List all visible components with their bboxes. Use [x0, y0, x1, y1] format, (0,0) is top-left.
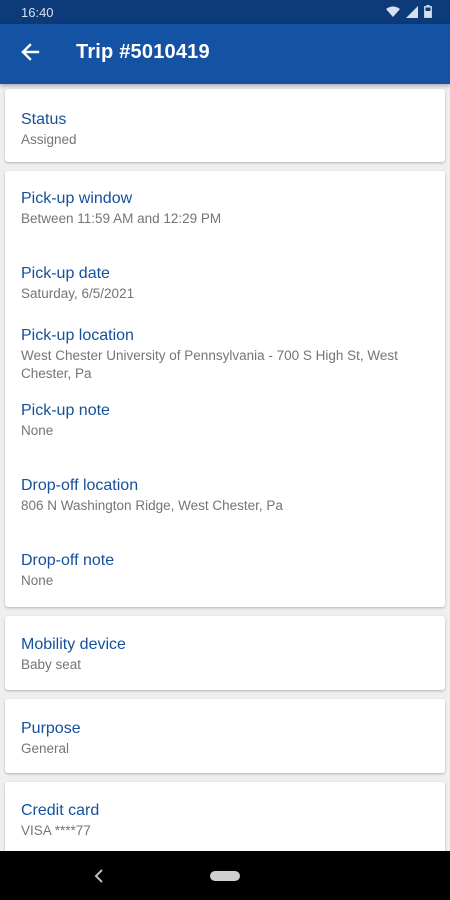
dropoff-note-value: None	[21, 573, 54, 588]
dropoff-location-value: 806 N Washington Ridge, West Chester, Pa	[21, 498, 283, 513]
status-icons	[386, 5, 432, 23]
status-field: Status Assigned	[21, 110, 429, 149]
arrow-back-icon	[20, 42, 40, 67]
pickup-location-value: West Chester University of Pennsylvania …	[21, 348, 398, 381]
credit-card-field: Credit card VISA ****77	[21, 801, 429, 840]
pickup-window-field: Pick-up window Between 11:59 AM and 12:2…	[21, 189, 429, 228]
back-button[interactable]	[16, 40, 44, 68]
pickup-window-label: Pick-up window	[21, 190, 133, 207]
app-bar: Trip #5010419	[0, 24, 450, 84]
status-value: Assigned	[21, 132, 77, 147]
pickup-note-field: Pick-up note None	[21, 401, 429, 440]
pickup-date-value: Saturday, 6/5/2021	[21, 286, 135, 301]
mobility-value: Baby seat	[21, 657, 82, 672]
page-title: Trip #5010419	[76, 41, 210, 63]
status-card: Status Assigned	[5, 89, 445, 162]
purpose-card: Purpose General	[5, 699, 445, 773]
status-bar: 16:40	[0, 0, 450, 24]
trip-details: Status Assigned Pick-up window Between 1…	[0, 84, 450, 851]
pickup-window-value: Between 11:59 AM and 12:29 PM	[21, 211, 222, 226]
mobility-card: Mobility device Baby seat	[5, 616, 445, 690]
dropoff-location-label: Drop-off location	[21, 477, 139, 494]
nav-back-button[interactable]	[91, 867, 107, 885]
status-time: 16:40	[21, 5, 54, 20]
credit-card-label: Credit card	[21, 802, 100, 819]
mobility-field: Mobility device Baby seat	[21, 635, 429, 674]
pickup-location-label: Pick-up location	[21, 327, 134, 344]
pickup-date-field: Pick-up date Saturday, 6/5/2021	[21, 264, 429, 303]
credit-card-card: Credit card VISA ****77	[5, 782, 445, 851]
pickup-note-value: None	[21, 423, 54, 438]
chevron-left-icon	[91, 869, 107, 889]
nav-home-pill[interactable]	[210, 871, 240, 881]
system-nav-bar	[0, 851, 450, 900]
signal-icon	[406, 5, 418, 23]
credit-card-value: VISA ****77	[21, 823, 91, 838]
pickup-location-field: Pick-up location West Chester University…	[21, 326, 429, 383]
battery-icon	[424, 5, 432, 23]
pickup-note-label: Pick-up note	[21, 402, 110, 419]
mobility-label: Mobility device	[21, 636, 126, 653]
purpose-label: Purpose	[21, 720, 81, 737]
purpose-value: General	[21, 741, 70, 756]
status-label: Status	[21, 111, 67, 128]
dropoff-location-field: Drop-off location 806 N Washington Ridge…	[21, 476, 429, 515]
trip-info-card: Pick-up window Between 11:59 AM and 12:2…	[5, 171, 445, 607]
pickup-date-label: Pick-up date	[21, 265, 110, 282]
wifi-icon	[386, 5, 400, 23]
dropoff-note-label: Drop-off note	[21, 552, 115, 569]
purpose-field: Purpose General	[21, 719, 429, 758]
dropoff-note-field: Drop-off note None	[21, 551, 429, 590]
